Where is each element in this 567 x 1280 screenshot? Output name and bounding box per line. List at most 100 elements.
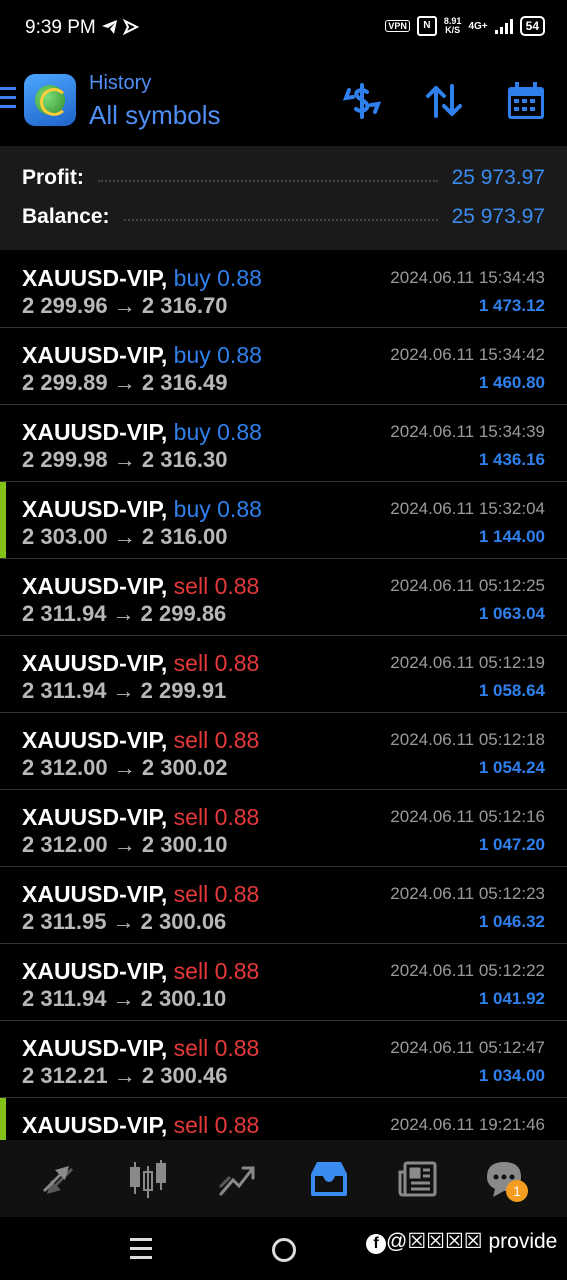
trade-profit: 1 436.16	[478, 450, 545, 469]
trade-row[interactable]: XAUUSD-VIP, sell 0.88 2 311.94 → 2 299.8…	[0, 559, 567, 636]
network-speed: 8.91 K/S	[444, 17, 462, 35]
trade-date: 2024.06.11 15:34:42	[390, 345, 545, 364]
dotted-leader	[97, 180, 438, 182]
system-navigation-bar: f @☒☒☒☒ provide	[0, 1217, 567, 1280]
trade-row[interactable]: XAUUSD-VIP, sell 0.88 2 311.94 → 2 300.1…	[0, 944, 567, 1021]
profit-row: Profit: 25 973.97	[22, 166, 545, 190]
trade-symbol-line: XAUUSD-VIP, buy 0.88	[22, 496, 262, 523]
chart-icon[interactable]	[127, 1158, 169, 1200]
trade-type: sell 0.88	[173, 804, 260, 830]
network-type: 4G+	[468, 20, 488, 32]
trade-symbol-line: XAUUSD-VIP, sell 0.88	[22, 804, 259, 831]
watermark-handle: @	[386, 1230, 408, 1253]
trade-date: 2024.06.11 15:34:39	[390, 422, 545, 441]
metatrader-logo	[24, 74, 76, 126]
trade-row[interactable]: XAUUSD-VIP, sell 0.88 2 312.21 → 2 300.4…	[0, 1021, 567, 1098]
trade-symbol-line: XAUUSD-VIP, sell 0.88	[22, 727, 259, 754]
balance-row: Balance: 25 973.97	[22, 205, 545, 229]
trade-row[interactable]: XAUUSD-VIP, sell 0.88 2 312.00 → 2 300.1…	[0, 790, 567, 867]
trade-date: 2024.06.11 05:12:16	[390, 807, 545, 826]
sort-icon[interactable]	[423, 80, 465, 122]
trade-prices: 2 312.00 → 2 300.10	[22, 832, 228, 857]
trade-row[interactable]: XAUUSD-VIP, buy 0.88 2 299.98 → 2 316.30…	[0, 405, 567, 482]
bottom-navigation: 1	[0, 1140, 567, 1217]
watermark-text: provide	[488, 1230, 558, 1253]
trade-date: 2024.06.11 15:32:04	[390, 499, 545, 518]
trade-type: sell 0.88	[173, 881, 260, 907]
trade-profit: 1 473.12	[478, 296, 545, 315]
trade-type: sell 0.88	[173, 1112, 260, 1138]
trade-symbol: XAUUSD-VIP,	[22, 650, 168, 676]
trade-prices: 2 312.21 → 2 300.46	[22, 1063, 228, 1088]
trade-symbol: XAUUSD-VIP,	[22, 881, 168, 907]
trade-symbol-line: XAUUSD-VIP, sell 0.88	[22, 650, 259, 677]
trade-profit: 1 460.80	[478, 373, 545, 392]
trade-symbol-line: XAUUSD-VIP, sell 0.88	[22, 1035, 259, 1062]
profit-label: Profit:	[22, 166, 84, 189]
symbol-selector[interactable]: All symbols	[89, 100, 220, 131]
trade-row[interactable]: XAUUSD-VIP, sell 0.88 2024.06.11 19:21:4…	[0, 1098, 567, 1140]
trade-prices: 2 303.00 → 2 316.00	[22, 524, 228, 549]
quotes-icon[interactable]	[37, 1158, 79, 1200]
recent-apps-icon[interactable]	[130, 1238, 152, 1265]
trade-date: 2024.06.11 05:12:22	[390, 961, 545, 980]
trade-profit: 1 054.24	[478, 758, 545, 777]
trade-symbol-line: XAUUSD-VIP, buy 0.88	[22, 419, 262, 446]
trade-prices: 2 312.00 → 2 300.02	[22, 755, 228, 780]
trade-symbol-line: XAUUSD-VIP, sell 0.88	[22, 881, 259, 908]
trade-type: buy 0.88	[173, 342, 262, 368]
trade-row[interactable]: XAUUSD-VIP, buy 0.88 2 303.00 → 2 316.00…	[0, 482, 567, 559]
trade-date: 2024.06.11 19:21:46	[390, 1115, 545, 1134]
home-icon[interactable]	[272, 1238, 296, 1262]
trade-prices: 2 311.94 → 2 299.86	[22, 601, 227, 626]
trade-prices: 2 299.98 → 2 316.30	[22, 447, 228, 472]
trade-icon[interactable]	[217, 1158, 259, 1200]
trade-row[interactable]: XAUUSD-VIP, sell 0.88 2 311.94 → 2 299.9…	[0, 636, 567, 713]
status-indicators: VPN N 8.91 K/S 4G+ 54	[385, 16, 545, 36]
signal-icon	[494, 18, 513, 34]
balance-value: 25 973.97	[451, 205, 545, 228]
trade-date: 2024.06.11 15:34:43	[390, 268, 545, 287]
trade-row[interactable]: XAUUSD-VIP, buy 0.88 2 299.96 → 2 316.70…	[0, 251, 567, 328]
nfc-icon: N	[416, 16, 437, 36]
trade-row[interactable]: XAUUSD-VIP, buy 0.88 2 299.89 → 2 316.49…	[0, 328, 567, 405]
trade-symbol-line: XAUUSD-VIP, sell 0.88	[22, 958, 259, 985]
trade-row[interactable]: XAUUSD-VIP, sell 0.88 2 311.95 → 2 300.0…	[0, 867, 567, 944]
trade-type: buy 0.88	[173, 419, 262, 445]
facebook-icon: f	[366, 1234, 386, 1254]
trade-date: 2024.06.11 05:12:25	[390, 576, 545, 595]
trade-type: sell 0.88	[173, 573, 260, 599]
trade-profit: 1 144.00	[478, 527, 545, 546]
trade-prices: 2 311.94 → 2 300.10	[22, 986, 227, 1011]
trade-symbol: XAUUSD-VIP,	[22, 1112, 168, 1138]
trade-type: sell 0.88	[173, 650, 260, 676]
trade-symbol: XAUUSD-VIP,	[22, 958, 168, 984]
status-bar: 9:39 PM VPN N 8.91 K/S 4G+ 54	[0, 0, 567, 58]
trade-symbol: XAUUSD-VIP,	[22, 804, 168, 830]
trade-symbol: XAUUSD-VIP,	[22, 265, 168, 291]
trade-profit: 1 046.32	[478, 912, 545, 931]
trade-type: buy 0.88	[173, 496, 262, 522]
trade-type: sell 0.88	[173, 1035, 260, 1061]
row-marker	[0, 1098, 6, 1140]
trade-symbol: XAUUSD-VIP,	[22, 573, 168, 599]
trade-date: 2024.06.11 05:12:23	[390, 884, 545, 903]
header-subtitle: History	[89, 72, 152, 94]
trade-history-list[interactable]: XAUUSD-VIP, buy 0.88 2 299.96 → 2 316.70…	[0, 251, 567, 1140]
balance-label: Balance:	[22, 205, 110, 228]
trade-symbol-line: XAUUSD-VIP, buy 0.88	[22, 265, 262, 292]
calendar-icon[interactable]	[505, 80, 547, 122]
trade-row[interactable]: XAUUSD-VIP, sell 0.88 2 312.00 → 2 300.0…	[0, 713, 567, 790]
trade-profit: 1 047.20	[478, 835, 545, 854]
status-time: 9:39 PM	[25, 17, 96, 38]
trade-symbol: XAUUSD-VIP,	[22, 342, 168, 368]
trade-symbol: XAUUSD-VIP,	[22, 1035, 168, 1061]
trade-symbol-line: XAUUSD-VIP, sell 0.88	[22, 573, 259, 600]
watermark-hidden: ☒☒☒☒	[407, 1230, 483, 1253]
news-icon[interactable]	[397, 1158, 439, 1200]
trade-date: 2024.06.11 05:12:47	[390, 1038, 545, 1057]
currency-exchange-icon[interactable]	[341, 80, 383, 122]
history-icon[interactable]	[307, 1158, 349, 1200]
telegram-icon	[101, 18, 140, 41]
menu-icon[interactable]	[0, 87, 16, 114]
